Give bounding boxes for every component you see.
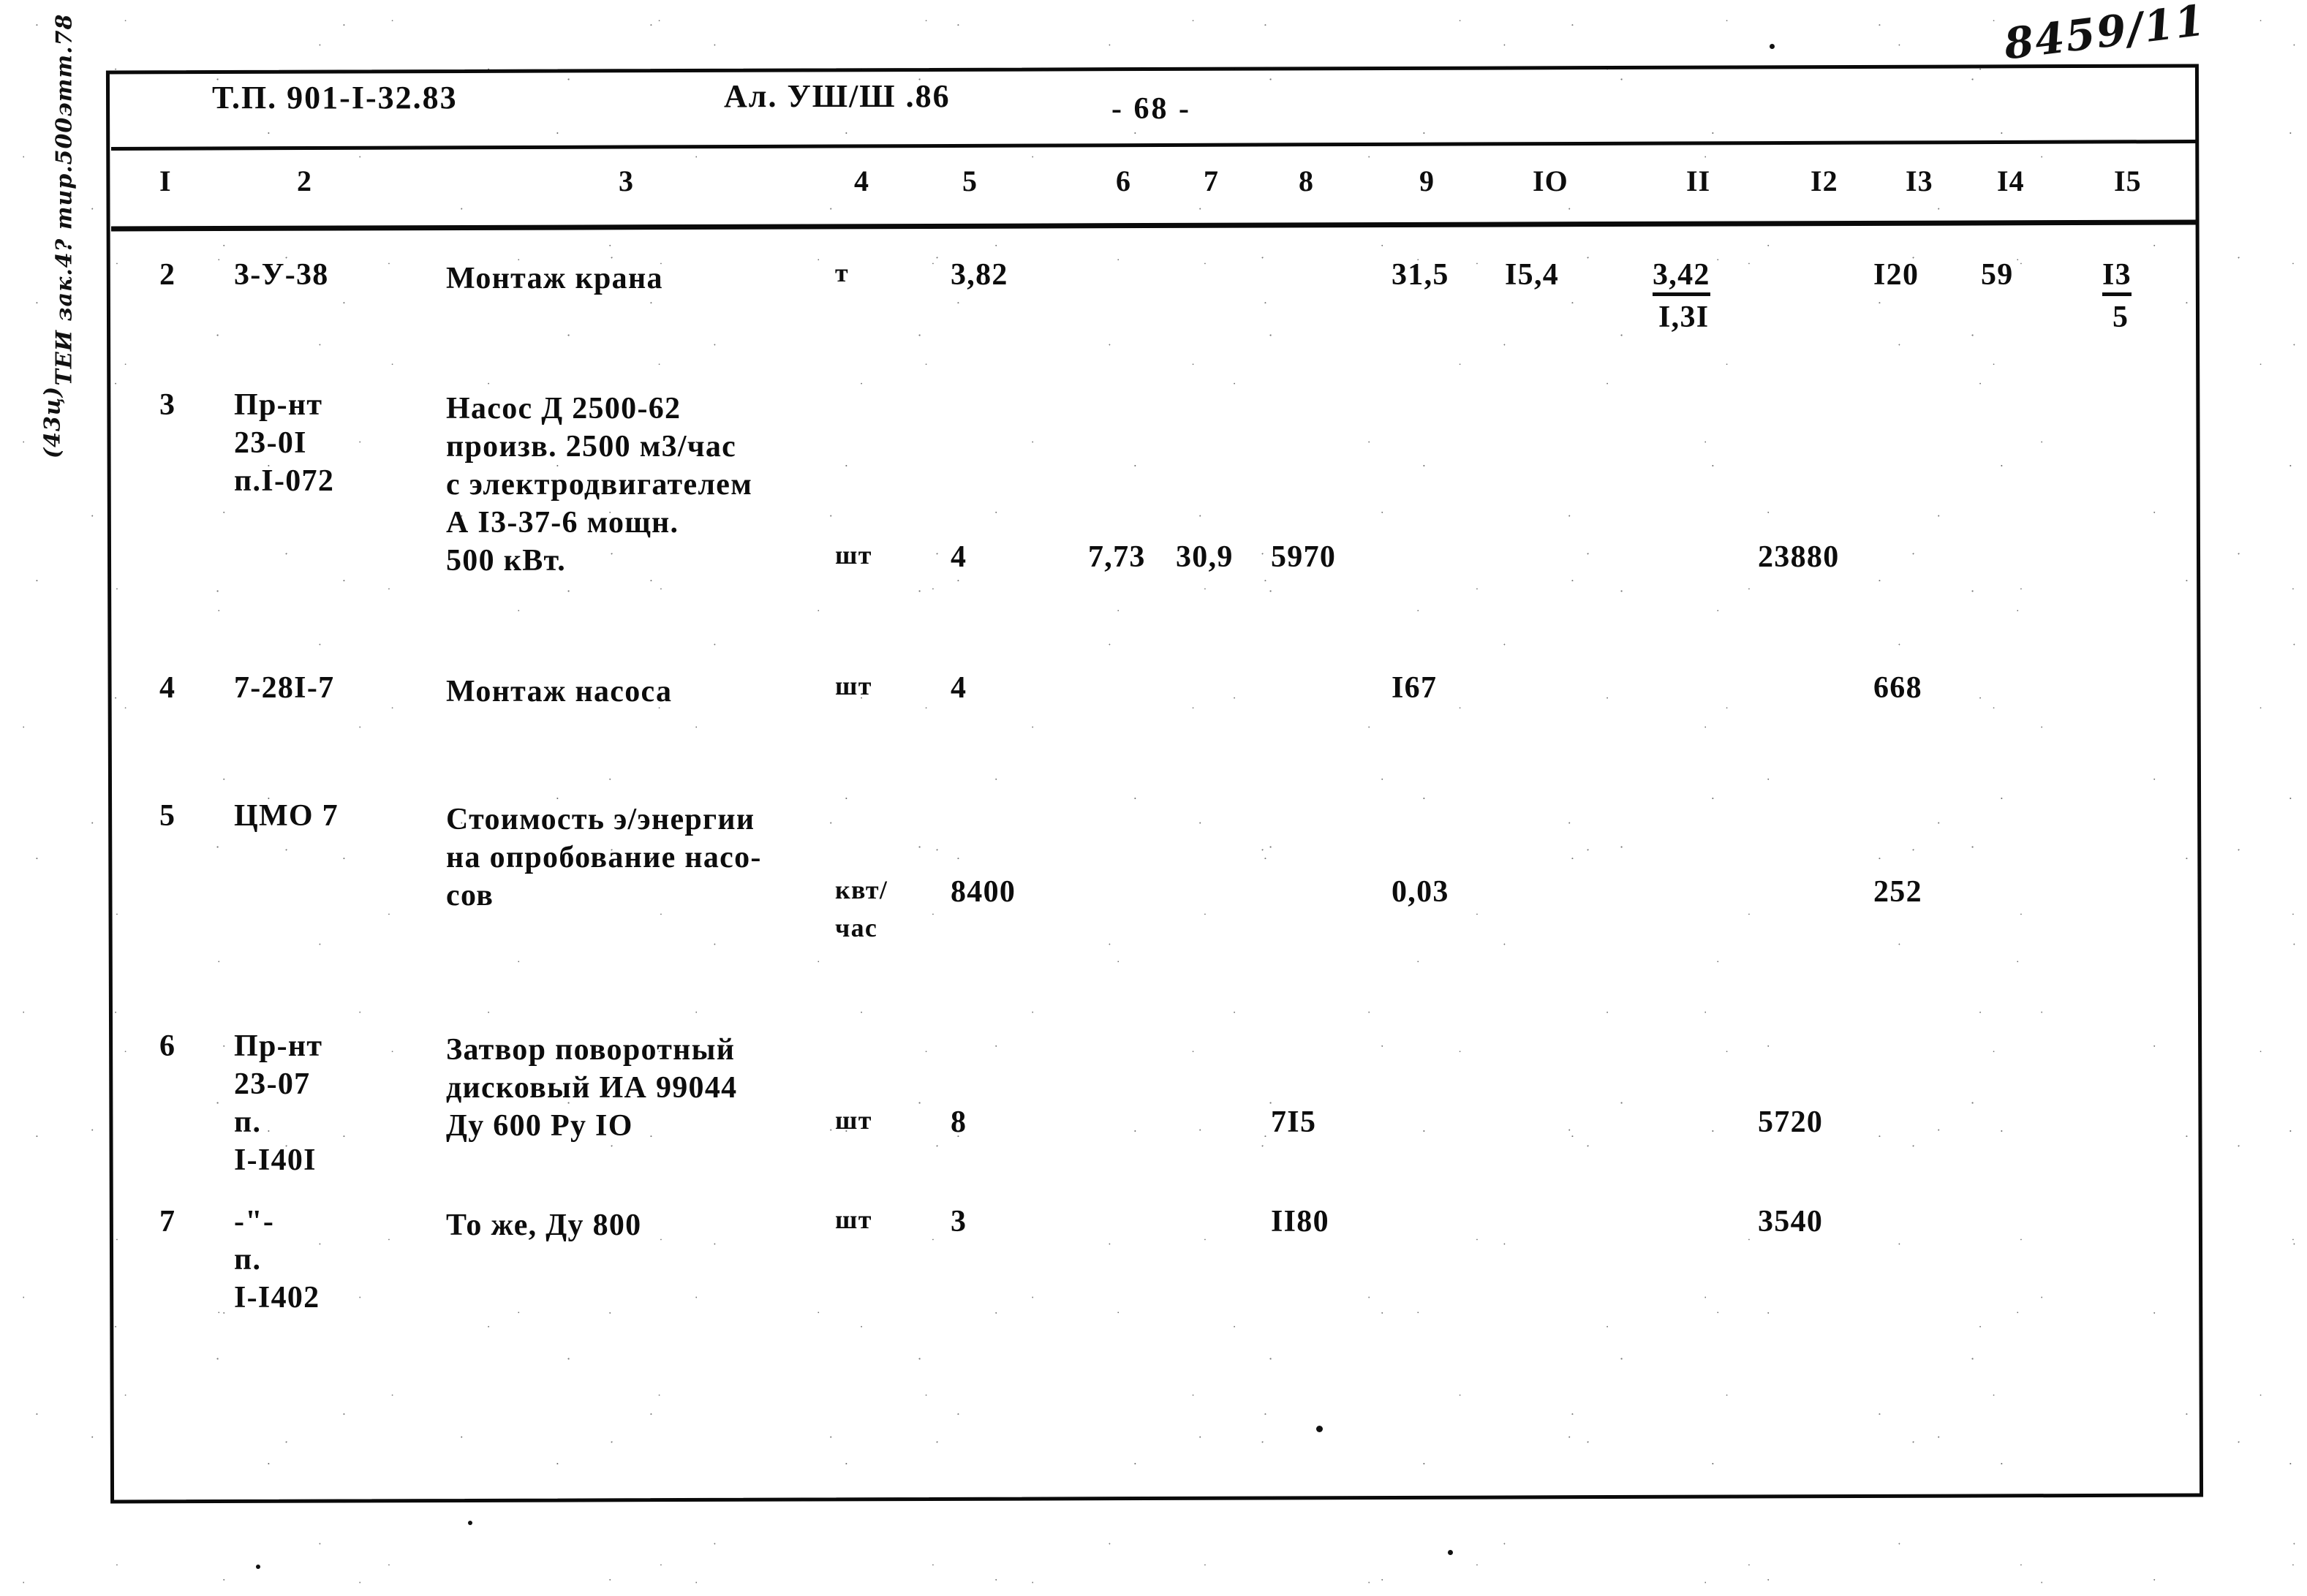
row-3-number: 3 (159, 388, 176, 422)
row-7-code-line: -"- (234, 1205, 275, 1238)
row-5-description-line: сов (446, 879, 494, 912)
column-header-IO: IO (1533, 164, 1568, 197)
column-header-I4: I4 (1997, 164, 2025, 197)
row-4-description-line: Монтаж насоса (446, 675, 673, 708)
row-7-number: 7 (159, 1205, 176, 1238)
scanned-document-page: { "document": { "project_code": "Т.П. 90… (0, 0, 2307, 1596)
row-7-quantity: 3 (951, 1205, 967, 1238)
column-header-II: II (1686, 164, 1711, 197)
row-6-code-line: п. (234, 1105, 262, 1139)
ink-speck (1316, 1426, 1323, 1432)
page-number: - 68 - (1111, 92, 1191, 126)
row-3-description-line: произв. 2500 м3/час (446, 430, 737, 464)
row-4-code-line: 7-28I-7 (234, 671, 335, 705)
row-7-unit: шт (835, 1205, 872, 1234)
ink-speck (1770, 44, 1775, 49)
row-5-description-line: Стоимость э/энергии (446, 803, 755, 836)
row-6-col-8: 7I5 (1271, 1105, 1317, 1139)
row-3-col-8: 5970 (1271, 540, 1337, 574)
column-header-4: 4 (854, 164, 869, 197)
column-header-I: I (159, 164, 172, 197)
row-4-col-9: I67 (1392, 671, 1438, 705)
row-7-code-line: I-I402 (234, 1281, 320, 1315)
column-header-9: 9 (1419, 164, 1435, 197)
row-6-col-12: 5720 (1758, 1105, 1824, 1139)
row-2-code-line: 3-У-38 (234, 258, 329, 292)
row-2-col-14: 59 (1981, 258, 2014, 292)
column-header-6: 6 (1116, 164, 1131, 197)
column-header-I2: I2 (1811, 164, 1838, 197)
row-3-code-line: 23-0I (234, 426, 307, 460)
row-5-quantity: 8400 (951, 875, 1016, 909)
handwritten-left-margin-note-2: (43ц) (39, 385, 66, 459)
row-3-col-7: 30,9 (1176, 540, 1234, 574)
row-3-col-12: 23880 (1758, 540, 1840, 574)
handwritten-archive-number: 8459/11 (2001, 0, 2209, 69)
row-3-code-line: Пр-нт (234, 388, 323, 422)
row-3-description-line: с электродвигателем (446, 468, 753, 502)
column-header-8: 8 (1299, 164, 1314, 197)
row-5-number: 5 (159, 799, 176, 833)
row-6-quantity: 8 (951, 1105, 967, 1139)
row-2-col-15-denominator: 5 (2112, 300, 2129, 334)
row-3-quantity: 4 (951, 540, 967, 574)
row-6-description-line: Ду 600 Ру IO (446, 1109, 633, 1143)
row-2-col-11-numerator: 3,42 (1653, 260, 1710, 296)
column-header-2: 2 (297, 164, 312, 197)
row-5-unit: квт/ (835, 875, 888, 904)
row-2-col-10: I5,4 (1505, 258, 1560, 292)
row-2-quantity: 3,82 (951, 258, 1008, 292)
row-6-code-line: I-I40I (234, 1143, 317, 1177)
row-2-number: 2 (159, 258, 176, 292)
row-6-unit: шт (835, 1105, 872, 1135)
row-3-description-line: 500 кВт. (446, 544, 567, 578)
row-5-unit: час (835, 913, 878, 942)
row-6-number: 6 (159, 1029, 176, 1063)
ink-speck (256, 1565, 260, 1569)
row-2-description-line: Монтаж крана (446, 262, 663, 295)
row-7-code-line: п. (234, 1243, 262, 1277)
row-5-col-9: 0,03 (1392, 875, 1449, 909)
row-4-unit: шт (835, 671, 872, 700)
row-7-col-8: II80 (1271, 1205, 1329, 1238)
row-4-quantity: 4 (951, 671, 967, 705)
row-2-col-11-denominator: I,3I (1658, 300, 1710, 334)
column-header-7: 7 (1204, 164, 1219, 197)
row-6-code-line: 23-07 (234, 1067, 311, 1101)
row-7-col-12: 3540 (1758, 1205, 1824, 1238)
project-code: Т.П. 901-I-32.83 (212, 80, 458, 116)
ink-speck (1448, 1550, 1453, 1555)
column-header-3: 3 (619, 164, 634, 197)
row-6-description-line: Затвор поворотный (446, 1033, 736, 1067)
column-header-I5: I5 (2114, 164, 2142, 197)
album-label: Ал. УШ/Ш .86 (724, 78, 951, 114)
column-header-5: 5 (962, 164, 978, 197)
row-2-col-15-numerator: I3 (2102, 260, 2132, 296)
row-6-description-line: дисковый ИА 99044 (446, 1071, 738, 1105)
row-5-code-line: ЦМО 7 (234, 799, 339, 833)
row-2-unit: т (835, 258, 849, 287)
row-5-description-line: на опробование насо- (446, 841, 762, 874)
row-3-code-line: п.I-072 (234, 464, 335, 498)
ink-speck (468, 1521, 472, 1525)
column-header-I3: I3 (1906, 164, 1933, 197)
row-3-col-6: 7,73 (1088, 540, 1146, 574)
row-3-unit: шт (835, 540, 872, 570)
row-2-col-13: I20 (1873, 258, 1919, 292)
row-5-col-13: 252 (1873, 875, 1922, 909)
row-7-description-line: То же, Ду 800 (446, 1209, 642, 1242)
row-3-description-line: Насос Д 2500-62 (446, 392, 681, 426)
row-3-description-line: А I3-37-6 мощн. (446, 506, 679, 540)
row-4-number: 4 (159, 671, 176, 705)
row-6-code-line: Пр-нт (234, 1029, 323, 1063)
row-2-col-9: 31,5 (1392, 258, 1449, 292)
row-4-col-13: 668 (1873, 671, 1922, 705)
